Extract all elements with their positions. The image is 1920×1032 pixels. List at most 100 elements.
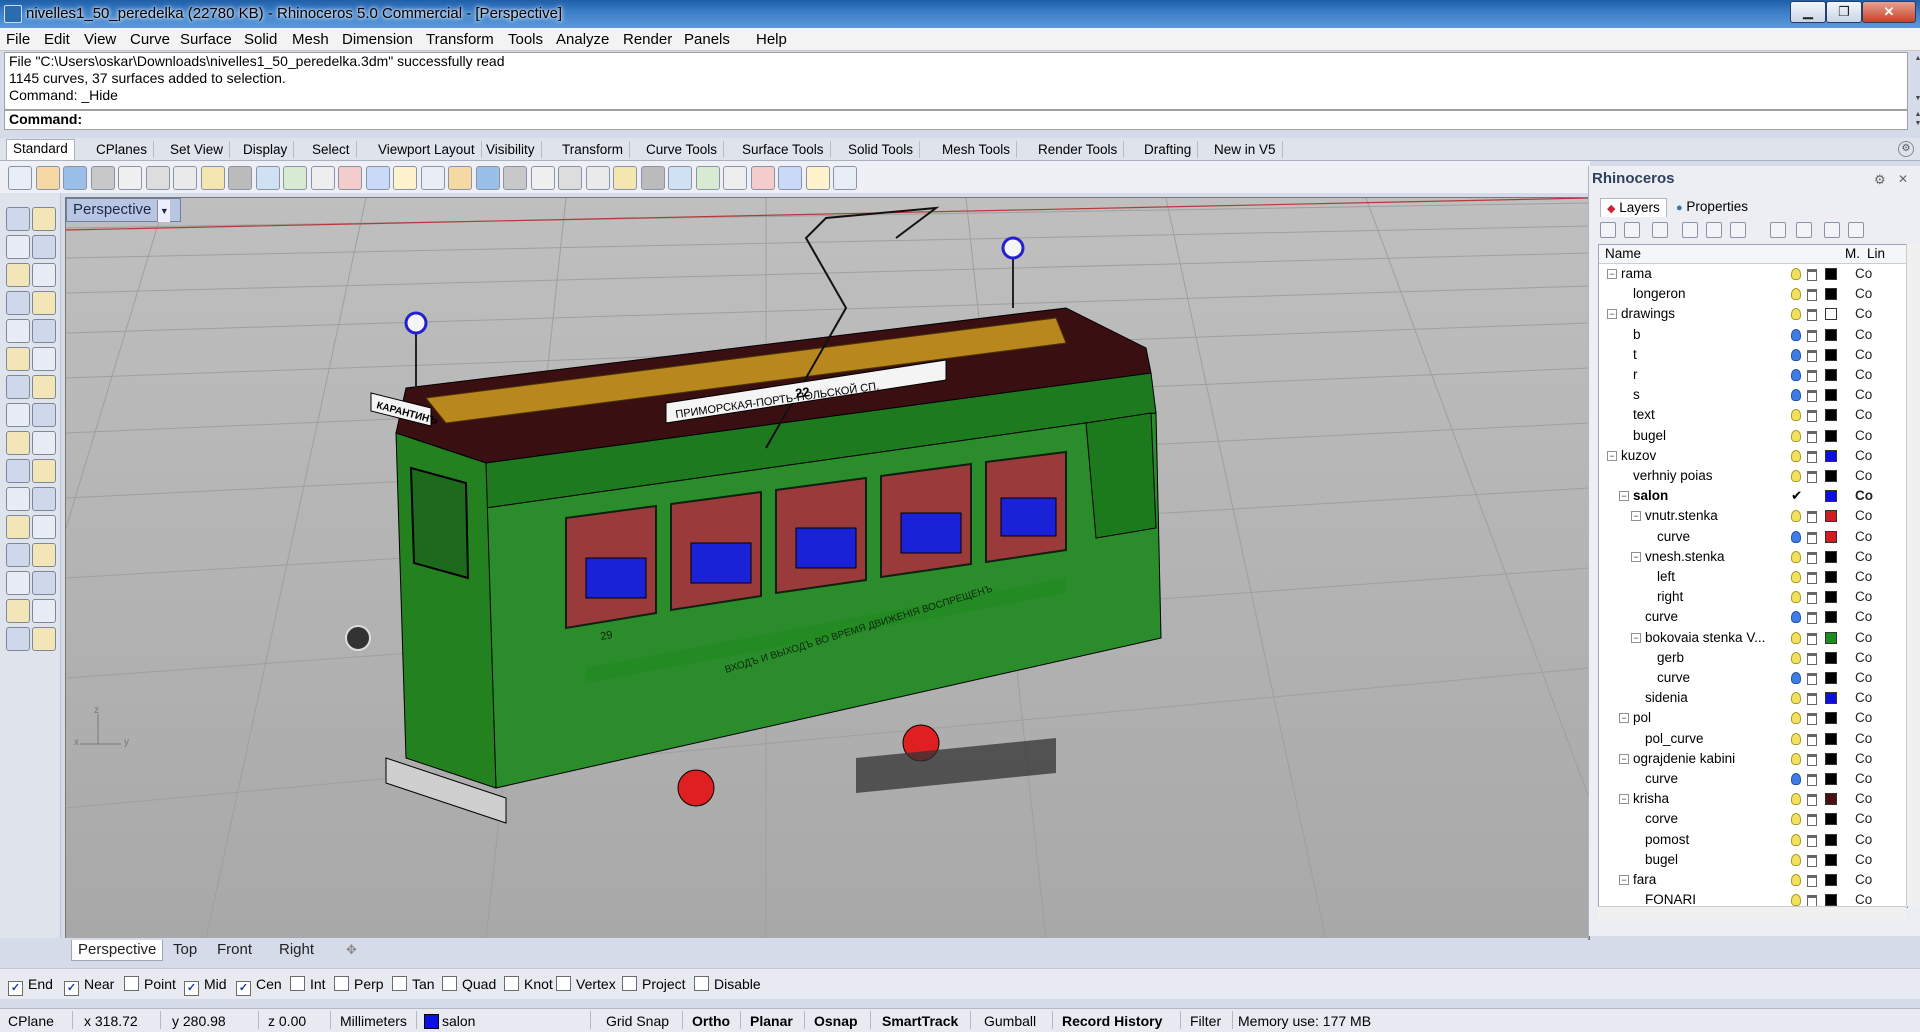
osnap-point[interactable]: Point [124, 976, 176, 992]
lock-icon[interactable] [1807, 774, 1817, 786]
print-icon[interactable] [90, 166, 115, 190]
layer-list[interactable]: Name M. Lin − rama Co longeron Co − drawings Co… [1598, 244, 1908, 908]
select-icon[interactable] [503, 166, 527, 190]
lock-icon[interactable] [1807, 309, 1817, 322]
layer-row[interactable]: − ograjdenie kabini Co [1599, 749, 1907, 769]
perspective-viewport[interactable]: ПРИМОРСКАЯ-ПОРТЬ-ПОЛЬСКОЙ СП. 22 КАРАНТИ… [65, 197, 1590, 940]
new-sublayer-icon[interactable] [1624, 222, 1640, 238]
status-cplane[interactable]: CPlane [8, 1013, 54, 1029]
lightbulb-icon[interactable] [1791, 530, 1801, 543]
lock-icon[interactable] [1807, 269, 1817, 281]
cut-icon[interactable] [145, 166, 170, 190]
four-views-icon[interactable] [420, 166, 445, 190]
checkbox[interactable] [622, 976, 637, 991]
filter-toggle[interactable]: Filter [1190, 1013, 1221, 1029]
panel-close-icon[interactable]: ✕ [1898, 172, 1908, 186]
new-layer-icon[interactable] [1600, 222, 1616, 238]
layer-color-icon[interactable] [1825, 348, 1837, 361]
layer-row[interactable]: curve Co [1599, 769, 1907, 789]
layer-color-icon[interactable] [1825, 530, 1837, 543]
zoom-selected-icon[interactable] [393, 166, 417, 190]
scroll-down-icon[interactable]: ▼ [1911, 95, 1920, 103]
checkbox[interactable]: ✓ [184, 981, 199, 996]
tab-properties[interactable]: ● Properties [1670, 198, 1754, 216]
checkbox[interactable] [290, 976, 305, 991]
lightbulb-icon[interactable] [1791, 389, 1801, 402]
move-icon[interactable] [6, 543, 30, 567]
delete-icon[interactable] [1652, 222, 1668, 238]
lock-icon[interactable] [1807, 693, 1817, 706]
tab-drafting[interactable]: Drafting [1138, 141, 1199, 158]
tab-new-in-v5[interactable]: New in V5 [1208, 141, 1283, 158]
spin-up-icon[interactable]: ▲ [1911, 111, 1920, 119]
tab-cplanes[interactable]: CPlanes [90, 141, 155, 158]
tab-solid-tools[interactable]: Solid Tools [842, 141, 921, 158]
lock-icon[interactable] [1807, 652, 1817, 665]
checkbox[interactable]: ✓ [236, 981, 251, 996]
lock-icon[interactable] [1807, 370, 1817, 382]
layer-row[interactable]: b Co [1599, 325, 1907, 345]
lock-icon[interactable] [1807, 329, 1817, 342]
rotate-view-icon[interactable] [283, 166, 307, 190]
lightbulb-icon[interactable] [1791, 692, 1801, 705]
command-line[interactable]: Command: ▲ ▼ [4, 110, 1920, 130]
globe-icon[interactable] [723, 166, 747, 190]
transform-icon[interactable] [6, 347, 30, 371]
lock-icon[interactable] [1807, 834, 1817, 847]
open-icon[interactable] [35, 166, 60, 190]
osnap-near[interactable]: ✓ Near [64, 976, 114, 996]
layer-color-icon[interactable] [1825, 429, 1837, 442]
layer-row[interactable]: sidenia Co [1599, 688, 1907, 708]
lightbulb-icon[interactable] [1791, 308, 1801, 321]
new-icon[interactable] [8, 166, 32, 190]
tab-surface-tools[interactable]: Surface Tools [736, 141, 831, 158]
surface-icon[interactable] [32, 403, 56, 427]
lightbulb-icon[interactable] [1791, 470, 1801, 482]
lock-icon[interactable] [1807, 875, 1817, 887]
tab-curve-tools[interactable]: Curve Tools [640, 141, 725, 158]
arc-icon[interactable] [32, 263, 56, 287]
viewtab-right[interactable]: Right [273, 940, 320, 960]
lightbulb-icon[interactable] [1791, 409, 1801, 422]
layer-list-scrollbar[interactable] [1906, 244, 1920, 906]
tab-standard[interactable]: Standard [6, 139, 75, 160]
circle-icon[interactable] [6, 263, 30, 287]
layer-row[interactable]: longeron Co [1599, 284, 1907, 304]
lightbulb-icon[interactable] [1791, 631, 1801, 644]
tab-visibility[interactable]: Visibility [480, 141, 542, 158]
layer-color-icon[interactable] [1825, 490, 1837, 503]
import-icon[interactable] [118, 166, 142, 190]
rhino-app-icon[interactable] [4, 5, 22, 23]
layer-color-icon[interactable] [1825, 449, 1837, 462]
select-arrow-icon[interactable] [6, 207, 30, 231]
move-up-icon[interactable] [1682, 222, 1698, 238]
layer-color-icon[interactable] [1825, 752, 1837, 765]
lightbulb-icon[interactable] [1791, 853, 1801, 866]
collapse-toggle-icon[interactable]: − [1619, 794, 1629, 805]
layer-row[interactable]: s Co [1599, 385, 1907, 405]
layer-color-icon[interactable] [1825, 611, 1837, 624]
layer-color-icon[interactable] [1825, 732, 1837, 745]
layer-color-icon[interactable] [1825, 389, 1837, 402]
layer-row[interactable]: pomost Co [1599, 830, 1907, 850]
layer-color-icon[interactable] [1825, 894, 1837, 907]
menu-edit[interactable]: Edit [44, 31, 70, 48]
lock-icon[interactable] [1807, 511, 1817, 524]
point-icon[interactable] [32, 207, 56, 231]
freeform-icon[interactable] [32, 319, 56, 343]
menu-mesh[interactable]: Mesh [292, 31, 329, 48]
lock-icon[interactable] [1807, 713, 1817, 726]
layer-list-hscrollbar[interactable] [1598, 906, 1906, 921]
viewtab-front[interactable]: Front [211, 940, 258, 960]
checkbox[interactable] [124, 976, 139, 991]
lightbulb-icon[interactable] [1791, 793, 1801, 806]
lightbulb-icon[interactable] [1791, 449, 1801, 462]
options-icon[interactable] [475, 166, 500, 190]
smarttrack-toggle[interactable]: SmartTrack [882, 1013, 958, 1029]
lock-icon[interactable] [1807, 572, 1817, 584]
menu-view[interactable]: View [84, 31, 116, 48]
osnap-tan[interactable]: Tan [392, 976, 435, 992]
lock-icon[interactable] [1807, 531, 1817, 544]
command-history[interactable]: File "C:\Users\oskar\Downloads\nivelles1… [4, 52, 1920, 110]
layer-color-swatch[interactable] [424, 1014, 439, 1029]
